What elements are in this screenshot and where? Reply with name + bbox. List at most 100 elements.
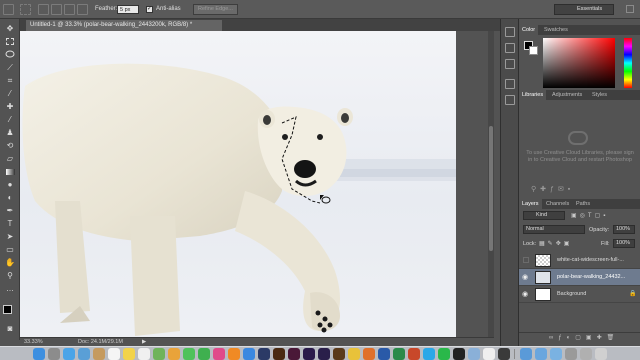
after-effects-icon[interactable] xyxy=(318,348,330,360)
add-to-selection-icon[interactable] xyxy=(51,4,62,15)
reminders-icon[interactable] xyxy=(138,348,150,360)
tab-adjustments[interactable]: Adjustments xyxy=(549,90,585,100)
photos-icon[interactable] xyxy=(168,348,180,360)
layer-row[interactable]: ◉ Background 🔒 xyxy=(519,286,640,303)
layer-name[interactable]: Background xyxy=(557,291,586,297)
tab-swatches[interactable]: Swatches xyxy=(541,25,571,35)
firefox-icon[interactable] xyxy=(363,348,375,360)
illustrator-icon[interactable] xyxy=(273,348,285,360)
home-icon[interactable] xyxy=(3,4,14,15)
canvas[interactable] xyxy=(20,31,456,337)
libraries-footer-icons[interactable]: ⚲✚ƒ✉▪ xyxy=(531,185,574,193)
healing-brush-tool-icon[interactable]: ✚ xyxy=(4,101,16,112)
bridge-icon[interactable] xyxy=(333,348,345,360)
textedit-icon[interactable] xyxy=(483,348,495,360)
layer-filter-icons[interactable]: ▣◎T▢▪ xyxy=(571,212,608,219)
skype-icon[interactable] xyxy=(423,348,435,360)
character-panel-icon[interactable] xyxy=(505,79,515,89)
zoom-level[interactable]: 33.33% xyxy=(24,339,43,345)
powerpoint-icon[interactable] xyxy=(408,348,420,360)
search-icon[interactable] xyxy=(626,5,634,13)
downloads-icon[interactable] xyxy=(520,348,532,360)
feather-input[interactable]: 5 px xyxy=(117,5,139,14)
hand-tool-icon[interactable]: ✋ xyxy=(4,257,16,268)
quicktime-icon[interactable] xyxy=(498,348,510,360)
stack-icon[interactable] xyxy=(580,348,592,360)
system-preferences-icon[interactable] xyxy=(565,348,577,360)
foreground-color-swatch[interactable] xyxy=(3,305,12,314)
color-panel-background-swatch[interactable] xyxy=(529,46,538,55)
eye-icon[interactable]: ◉ xyxy=(522,273,528,281)
word-icon[interactable] xyxy=(378,348,390,360)
applications-folder-icon[interactable] xyxy=(550,348,562,360)
crop-tool-icon[interactable]: ⌗ xyxy=(4,75,16,86)
document-tab[interactable]: Untitled-1 @ 33.3% (polar-bear-walking_2… xyxy=(26,20,222,31)
intersect-selection-icon[interactable] xyxy=(77,4,88,15)
trash-icon[interactable] xyxy=(595,348,607,360)
quick-mask-icon[interactable]: ◙ xyxy=(4,323,16,334)
layer-row-selected[interactable]: ◉ polar-bear-walking_24432... xyxy=(519,269,640,286)
messages-icon[interactable] xyxy=(183,348,195,360)
preview-icon[interactable] xyxy=(468,348,480,360)
zoom-tool-icon[interactable]: ⚲ xyxy=(4,270,16,281)
workspace-select[interactable]: Essentials xyxy=(554,4,614,15)
layer-row[interactable]: white-cat-widescreen-full-... xyxy=(519,252,640,269)
marquee-tool-icon[interactable] xyxy=(4,36,16,47)
dodge-tool-icon[interactable]: ◐ xyxy=(4,192,16,203)
quick-selection-tool-icon[interactable]: ⟋ xyxy=(4,62,16,73)
premiere-icon[interactable] xyxy=(303,348,315,360)
ibooks-icon[interactable] xyxy=(228,348,240,360)
facetime-icon[interactable] xyxy=(198,348,210,360)
subtract-selection-icon[interactable] xyxy=(64,4,75,15)
finder-icon[interactable] xyxy=(33,348,45,360)
tab-paths[interactable]: Paths xyxy=(573,199,593,209)
layers-footer-toolbar[interactable]: ∞ƒ◐▢▣✚🗑 xyxy=(519,332,640,344)
pen-tool-icon[interactable]: ✒ xyxy=(4,205,16,216)
tab-libraries[interactable]: Libraries xyxy=(519,90,547,100)
properties-panel-icon[interactable] xyxy=(505,59,515,69)
contacts-icon[interactable] xyxy=(93,348,105,360)
history-brush-tool-icon[interactable]: ⟲ xyxy=(4,140,16,151)
actions-panel-icon[interactable] xyxy=(505,43,515,53)
mail-icon[interactable] xyxy=(78,348,90,360)
type-tool-icon[interactable]: T xyxy=(4,218,16,229)
refine-edge-button[interactable]: Refine Edge... xyxy=(193,4,238,15)
tab-layers[interactable]: Layers xyxy=(519,199,542,209)
vertical-scrollbar[interactable] xyxy=(488,31,494,337)
documents-icon[interactable] xyxy=(535,348,547,360)
gradient-tool-icon[interactable] xyxy=(4,166,16,177)
eyedropper-tool-icon[interactable]: ⁄ xyxy=(4,88,16,99)
brush-tool-icon[interactable]: ⁄ xyxy=(4,114,16,125)
itunes-icon[interactable] xyxy=(213,348,225,360)
excel-icon[interactable] xyxy=(393,348,405,360)
layer-name[interactable]: polar-bear-walking_24432... xyxy=(557,274,625,280)
opacity-input[interactable]: 100% xyxy=(613,225,635,234)
safari-icon[interactable] xyxy=(63,348,75,360)
layer-name[interactable]: white-cat-widescreen-full-... xyxy=(557,257,624,263)
tab-styles[interactable]: Styles xyxy=(589,90,610,100)
maps-icon[interactable] xyxy=(153,348,165,360)
photoshop-icon[interactable] xyxy=(258,348,270,360)
lasso-tool-icon[interactable] xyxy=(4,49,16,60)
indesign-icon[interactable] xyxy=(288,348,300,360)
blend-mode-select[interactable]: Normal xyxy=(523,225,585,234)
lasso-preset-icon[interactable] xyxy=(20,4,31,15)
fill-input[interactable]: 100% xyxy=(613,239,635,248)
eraser-tool-icon[interactable]: ▱ xyxy=(4,153,16,164)
more-tools-icon[interactable]: … xyxy=(4,283,16,294)
tab-color[interactable]: Color xyxy=(519,25,539,35)
history-panel-icon[interactable] xyxy=(505,27,515,37)
launchpad-icon[interactable] xyxy=(48,348,60,360)
visibility-toggle-empty[interactable] xyxy=(523,257,529,263)
terminal-icon[interactable] xyxy=(453,348,465,360)
status-menu-arrow-icon[interactable]: ▶ xyxy=(142,339,146,345)
lock-icons[interactable]: ▦✎✥▣ xyxy=(539,240,572,247)
rectangle-tool-icon[interactable]: ▭ xyxy=(4,244,16,255)
hue-slider[interactable] xyxy=(624,38,632,88)
chrome-icon[interactable] xyxy=(348,348,360,360)
tab-channels[interactable]: Channels xyxy=(543,199,572,209)
blur-tool-icon[interactable]: ● xyxy=(4,179,16,190)
clone-stamp-tool-icon[interactable]: ♟ xyxy=(4,127,16,138)
eye-icon[interactable]: ◉ xyxy=(522,290,528,298)
new-selection-icon[interactable] xyxy=(38,4,49,15)
